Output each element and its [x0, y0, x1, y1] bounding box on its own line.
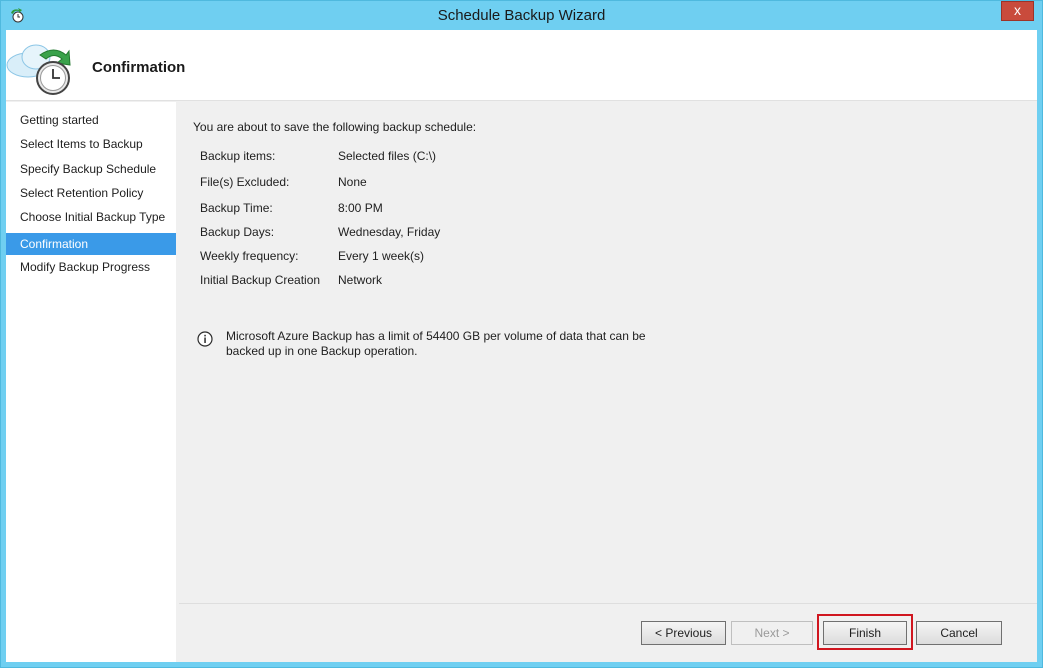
wizard-steps: Getting started Select Items to Backup S…: [6, 102, 176, 662]
page-title: Confirmation: [92, 59, 186, 76]
step-initial-backup-type[interactable]: Choose Initial Backup Type: [6, 206, 176, 228]
summary-value: Wednesday, Friday: [338, 225, 441, 239]
summary-key: Initial Backup Creation: [200, 273, 321, 287]
close-icon: x: [1014, 2, 1021, 18]
window-title: Schedule Backup Wizard: [437, 7, 606, 24]
confirmation-panel: You are about to save the following back…: [179, 102, 1037, 662]
step-modify-progress[interactable]: Modify Backup Progress: [6, 256, 176, 278]
summary-value: None: [338, 175, 367, 189]
info-icon: [197, 331, 213, 347]
step-retention-policy[interactable]: Select Retention Policy: [6, 182, 176, 204]
summary-key: Backup Time:: [200, 201, 273, 215]
summary-value: Selected files (C:\): [338, 149, 437, 163]
summary-value: Network: [338, 273, 383, 287]
footer-divider: [179, 603, 1037, 604]
summary-key: File(s) Excluded:: [200, 175, 290, 189]
cloud-clock-icon: [6, 44, 71, 95]
finish-button[interactable]: Finish: [823, 621, 907, 645]
step-getting-started[interactable]: Getting started: [6, 109, 176, 131]
summary-key: Backup Days:: [200, 225, 275, 239]
summary-value: Every 1 week(s): [338, 249, 425, 263]
summary-key: Backup items:: [200, 149, 276, 163]
cancel-button[interactable]: Cancel: [916, 621, 1002, 645]
info-message: Microsoft Azure Backup has a limit of 54…: [226, 329, 646, 358]
summary-intro: You are about to save the following back…: [193, 120, 477, 134]
summary-key: Weekly frequency:: [200, 249, 299, 263]
title-bar[interactable]: Schedule Backup Wizard x: [1, 1, 1042, 30]
step-confirmation[interactable]: Confirmation: [6, 233, 176, 255]
summary-value: 8:00 PM: [338, 201, 383, 215]
close-button[interactable]: x: [1001, 1, 1034, 21]
step-specify-schedule[interactable]: Specify Backup Schedule: [6, 158, 176, 180]
previous-button[interactable]: < Previous: [641, 621, 726, 645]
wizard-body: Confirmation Getting started Select Item…: [6, 30, 1037, 662]
next-button[interactable]: Next >: [731, 621, 813, 645]
step-select-items[interactable]: Select Items to Backup: [6, 133, 176, 155]
wizard-window: Schedule Backup Wizard x Confirmation Ge…: [0, 0, 1043, 668]
wizard-header: Confirmation: [6, 30, 1037, 101]
